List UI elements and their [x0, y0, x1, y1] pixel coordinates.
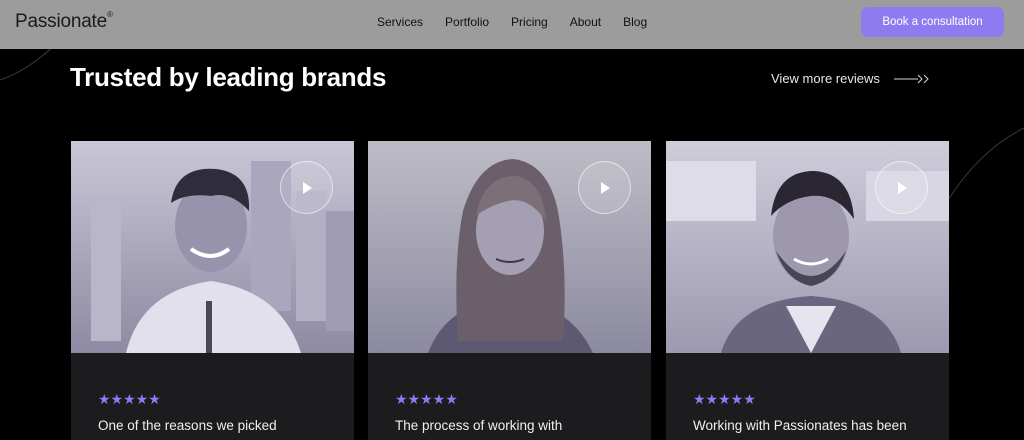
- nav-portfolio[interactable]: Portfolio: [445, 15, 489, 29]
- testimonial-photo: [666, 141, 949, 353]
- site-header: Passionate® Services Portfolio Pricing A…: [0, 0, 1024, 49]
- view-more-reviews-link[interactable]: View more reviews: [771, 71, 930, 86]
- rating-stars: ★★★★★: [395, 391, 458, 407]
- rating-stars: ★★★★★: [693, 391, 756, 407]
- logo-text: Passionate: [15, 11, 108, 32]
- testimonial-photo: [71, 141, 354, 353]
- testimonial-card: ★★★★★ Working with Passionates has been: [666, 141, 949, 440]
- play-video-button[interactable]: [280, 161, 333, 214]
- play-icon: [600, 181, 610, 194]
- testimonial-photo: [368, 141, 651, 353]
- main-nav: Services Portfolio Pricing About Blog: [377, 15, 669, 29]
- view-more-reviews-label: View more reviews: [771, 71, 880, 86]
- testimonial-card: ★★★★★ The process of working with: [368, 141, 651, 440]
- play-icon: [302, 181, 312, 194]
- logo[interactable]: Passionate®: [15, 9, 113, 33]
- nav-about[interactable]: About: [570, 15, 601, 29]
- play-video-button[interactable]: [875, 161, 928, 214]
- nav-blog[interactable]: Blog: [623, 15, 647, 29]
- arrow-right-icon: [893, 74, 929, 83]
- nav-services[interactable]: Services: [377, 15, 423, 29]
- play-video-button[interactable]: [578, 161, 631, 214]
- decorative-arc-right: [947, 127, 1024, 201]
- play-icon: [897, 181, 907, 194]
- testimonial-quote: Working with Passionates has been: [693, 418, 907, 433]
- testimonial-quote: One of the reasons we picked: [98, 418, 277, 433]
- rating-stars: ★★★★★: [98, 391, 161, 407]
- testimonial-quote: The process of working with: [395, 418, 563, 433]
- nav-pricing[interactable]: Pricing: [511, 15, 548, 29]
- logo-registered-mark: ®: [107, 9, 113, 19]
- book-consultation-button[interactable]: Book a consultation: [861, 7, 1004, 37]
- testimonial-card: ★★★★★ One of the reasons we picked: [71, 141, 354, 440]
- section-title: Trusted by leading brands: [70, 62, 387, 92]
